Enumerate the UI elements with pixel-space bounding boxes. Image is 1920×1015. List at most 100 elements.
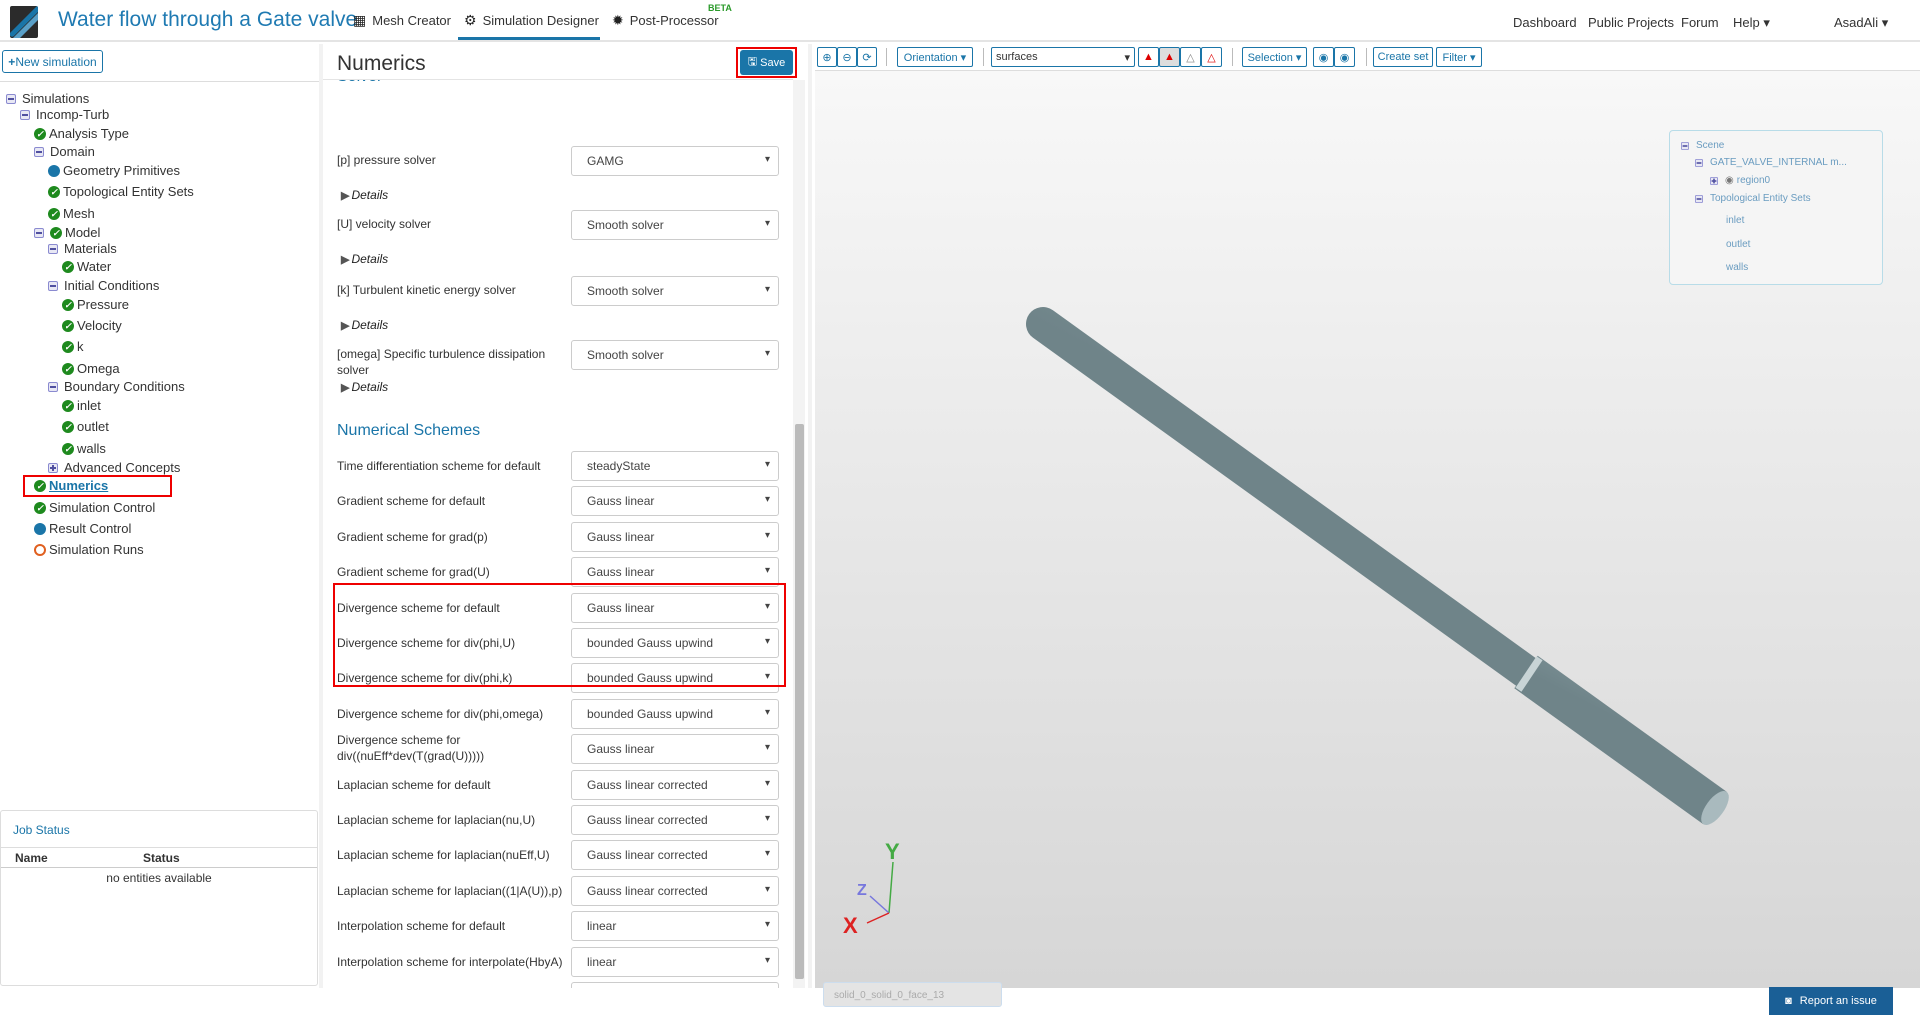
scene-root[interactable]: Scene (1680, 140, 1724, 151)
floppy-icon: 🖫 (747, 56, 758, 68)
wireframe-button[interactable]: △ (1180, 47, 1201, 67)
details-toggle[interactable]: ▶ Details (341, 188, 388, 202)
tree-item-analysis-type[interactable]: ✓ Analysis Type (34, 126, 129, 141)
3d-canvas[interactable]: Y Z X Scene GATE_VALVE_INTERNAL m... ◉ re… (815, 70, 1920, 1015)
scheme-select[interactable]: bounded Gauss upwind (571, 698, 779, 729)
collapse-icon[interactable] (1695, 158, 1703, 167)
scheme-select[interactable]: corrected (571, 982, 779, 988)
report-issue-button[interactable]: ◙ Report an issue (1769, 987, 1893, 1015)
scheme-select[interactable]: Gauss linear corrected (571, 805, 779, 835)
solver-select[interactable]: Smooth solver (571, 340, 779, 370)
tree-item-simulation-runs[interactable]: Simulation Runs (34, 542, 144, 557)
solver-select[interactable]: Smooth solver (571, 276, 779, 306)
tree-item-mesh[interactable]: ✓ Mesh (48, 206, 95, 221)
scene-region[interactable]: ◉ region0 (1709, 175, 1770, 186)
selection-dropdown[interactable]: Selection ▾ (1242, 47, 1307, 67)
collapse-icon[interactable] (6, 93, 16, 104)
scene-set-item[interactable]: inlet (1726, 215, 1744, 226)
save-button[interactable]: 🖫 Save (740, 50, 793, 75)
surface-edges-button[interactable]: ▲ (1159, 47, 1180, 67)
create-set-button[interactable]: Create set (1373, 47, 1433, 67)
collapse-icon[interactable] (20, 109, 30, 120)
filter-dropdown[interactable]: Filter ▾ (1436, 47, 1482, 67)
orientation-dropdown[interactable]: Orientation ▾ (897, 47, 973, 67)
scene-set-item[interactable]: walls (1726, 262, 1748, 273)
field-label: Time differentiation scheme for default (337, 459, 541, 473)
scrollbar-thumb[interactable] (795, 424, 804, 979)
tree-item-materials[interactable]: Materials (48, 241, 117, 256)
tree-item-result-control[interactable]: Result Control (34, 521, 131, 536)
hide-button[interactable]: ◉ (1313, 47, 1334, 67)
scheme-select[interactable]: Gauss linear (571, 734, 779, 765)
tab-simulation-designer[interactable]: ⚙ Simulation Designer (464, 12, 599, 29)
scene-sets[interactable]: Topological Entity Sets (1694, 193, 1811, 204)
axis-x-label: X (843, 913, 858, 938)
tree-item-advanced-concepts[interactable]: Advanced Concepts (48, 460, 180, 475)
nav-forum[interactable]: Forum (1681, 15, 1719, 30)
scheme-select[interactable]: linear (571, 911, 779, 942)
tree-item-simulation-control[interactable]: ✓ Simulation Control (34, 500, 155, 515)
tree-item-initial-conditions[interactable]: Initial Conditions (48, 278, 159, 293)
scheme-select[interactable]: steadyState (571, 451, 779, 481)
render-mode-select[interactable]: surfaces ▾ (991, 47, 1135, 67)
points-button[interactable]: △ (1201, 47, 1222, 67)
collapse-icon[interactable] (34, 227, 44, 238)
tree-item-pressure[interactable]: ✓ Pressure (62, 297, 129, 312)
tab-post-processor[interactable]: ✹ Post-Processor (612, 12, 719, 29)
show-button[interactable]: ◉ (1334, 47, 1355, 67)
nav-public-projects[interactable]: Public Projects (1588, 15, 1674, 30)
scheme-select[interactable]: Gauss linear corrected (571, 875, 779, 906)
collapse-icon[interactable] (34, 146, 44, 157)
panel-splitter[interactable] (808, 44, 812, 988)
solver-select[interactable]: Smooth solver (571, 210, 779, 240)
zoom-out-button[interactable]: ⊖ (837, 47, 857, 67)
new-simulation-button[interactable]: + New simulation (2, 50, 103, 73)
collapse-icon[interactable] (1695, 194, 1703, 203)
tree-item-walls[interactable]: ✓ walls (62, 441, 106, 456)
scheme-select[interactable]: Gauss linear (571, 521, 779, 552)
solver-select[interactable]: GAMG (571, 146, 779, 176)
tree-item-model[interactable]: ✓ Model (34, 225, 100, 240)
scheme-select[interactable]: Gauss linear (571, 486, 779, 517)
user-menu[interactable]: AsadAli ▾ (1834, 15, 1888, 31)
scheme-select[interactable]: Gauss linear corrected (571, 769, 779, 800)
tree-item-inlet[interactable]: ✓ inlet (62, 398, 101, 413)
expand-icon[interactable] (48, 462, 58, 473)
surface-mode-button[interactable]: ▲ (1138, 47, 1159, 67)
details-toggle[interactable]: ▶ Details (341, 252, 388, 266)
tree-item-incomp-turb[interactable]: Incomp-Turb (20, 107, 109, 122)
scheme-select[interactable]: Gauss linear corrected (571, 840, 779, 871)
tab-mesh-creator[interactable]: ▦ Mesh Creator (353, 12, 451, 29)
tree-item-topological-entity-sets[interactable]: ✓ Topological Entity Sets (48, 184, 194, 199)
collapse-icon[interactable] (1681, 141, 1689, 150)
zoom-out-icon: ⊖ (842, 51, 852, 64)
grid-icon: ▦ (353, 12, 367, 28)
details-toggle[interactable]: ▶ Details (341, 380, 388, 394)
tree-item-geometry-primitives[interactable]: Geometry Primitives (48, 163, 180, 178)
scheme-select[interactable]: linear (571, 946, 779, 977)
tree-item-outlet[interactable]: ✓ outlet (62, 419, 109, 434)
pipe-joint (1515, 656, 1543, 692)
nav-help[interactable]: Help ▾ (1733, 15, 1770, 31)
tree-item-omega[interactable]: ✓ Omega (62, 361, 120, 376)
tree-item-boundary-conditions[interactable]: Boundary Conditions (48, 379, 185, 394)
details-toggle[interactable]: ▶ Details (341, 318, 388, 332)
scene-mesh[interactable]: GATE_VALVE_INTERNAL m... (1694, 157, 1847, 168)
selected-entity-field[interactable]: solid_0_solid_0_face_13 (823, 982, 1002, 1007)
collapse-icon[interactable] (48, 381, 58, 392)
tree-item-water[interactable]: ✓ Water (62, 259, 111, 274)
expand-icon[interactable] (1710, 176, 1718, 185)
tree-item-k[interactable]: ✓ k (62, 339, 84, 354)
reset-view-button[interactable]: ⟳ (857, 47, 877, 67)
zoom-in-button[interactable]: ⊕ (817, 47, 837, 67)
tree-item-velocity[interactable]: ✓ Velocity (62, 318, 122, 333)
axis-y-label: Y (885, 839, 900, 864)
app-logo[interactable] (10, 6, 38, 38)
collapse-icon[interactable] (48, 243, 58, 254)
tree-item-simulations[interactable]: Simulations (6, 91, 89, 106)
nav-dashboard[interactable]: Dashboard (1513, 15, 1577, 30)
collapse-icon[interactable] (48, 280, 58, 291)
eye-icon[interactable]: ◉ (1725, 175, 1734, 186)
scene-set-item[interactable]: outlet (1726, 239, 1750, 250)
tree-item-domain[interactable]: Domain (34, 144, 95, 159)
